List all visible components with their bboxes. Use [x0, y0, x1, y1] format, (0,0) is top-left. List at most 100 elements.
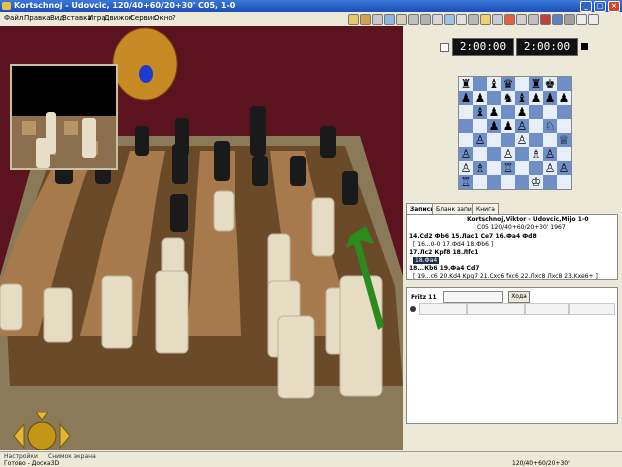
notation-line[interactable]: 17.Лс2 Крf8 18.Лfc1: [409, 249, 478, 256]
menu-help[interactable]: ?: [172, 14, 176, 22]
mini-board-square[interactable]: [473, 119, 487, 133]
print-icon[interactable]: [468, 14, 479, 25]
mini-board-square[interactable]: [501, 133, 515, 147]
mini-board-square[interactable]: [529, 105, 543, 119]
mini-board-piece[interactable]: ♟: [459, 91, 473, 105]
mini-board-piece[interactable]: ♟: [501, 119, 515, 133]
flag-icon[interactable]: [504, 14, 515, 25]
mini-board-square[interactable]: [557, 175, 571, 189]
settings-icon[interactable]: [360, 14, 371, 25]
mini-board-square[interactable]: [487, 147, 501, 161]
mini-board-piece[interactable]: ♝: [515, 91, 529, 105]
mini-board-square[interactable]: [515, 175, 529, 189]
mini-board-square[interactable]: [487, 91, 501, 105]
mail-icon[interactable]: [480, 14, 491, 25]
mini-board-piece[interactable]: ♟: [487, 105, 501, 119]
mini-board-piece[interactable]: ♛: [501, 77, 515, 91]
mini-board-piece[interactable]: ♙: [459, 147, 473, 161]
engine-icon[interactable]: [372, 14, 383, 25]
mini-board-square[interactable]: [487, 161, 501, 175]
mini-board-square[interactable]: [501, 105, 515, 119]
mini-board-square[interactable]: [473, 77, 487, 91]
menu-tools[interactable]: Сервис: [130, 14, 156, 22]
mini-board-piece[interactable]: ♖: [459, 175, 473, 189]
engine-moves-button[interactable]: Хода: [508, 291, 530, 303]
mini-board-piece[interactable]: ♞: [501, 91, 515, 105]
mini-board-piece[interactable]: ♙: [473, 133, 487, 147]
mini-board-piece[interactable]: ♗: [529, 147, 543, 161]
notation-line[interactable]: [ 16...0-0 17.Фd4 18.Фb6 ]: [413, 241, 493, 248]
clock-checkbox[interactable]: [440, 43, 449, 52]
plus-icon[interactable]: [588, 14, 599, 25]
mini-board-piece[interactable]: ♟: [557, 91, 571, 105]
mini-board-piece[interactable]: ♙: [501, 147, 515, 161]
engine-search-field[interactable]: [443, 291, 503, 303]
mini-board-square[interactable]: [557, 105, 571, 119]
mini-board-piece[interactable]: ♟: [487, 119, 501, 133]
mini-board-piece[interactable]: ♜: [459, 77, 473, 91]
mini-chessboard[interactable]: ♜ ♝ ♛ ♜ ♚ ♟ ♟ ♞ ♝ ♟ ♟ ♟ ♝ ♟ ♟ ♟ ♟ ♙ ♘ ♙ ♙ ♕ ♙ ♙ ♗ ♙ ♙ ♗ ♖ ♙ ♙ ♖ ♔: [458, 76, 572, 190]
mini-board-piece[interactable]: ♟: [473, 91, 487, 105]
save-icon[interactable]: [492, 14, 503, 25]
minimize-button[interactable]: _: [580, 1, 592, 12]
book-icon[interactable]: [384, 14, 395, 25]
current-move[interactable]: 18.Фа4: [413, 257, 440, 264]
minus-icon[interactable]: [576, 14, 587, 25]
camera-navigation-control[interactable]: [4, 411, 80, 450]
record-icon[interactable]: [540, 14, 551, 25]
mini-board-piece[interactable]: ♚: [543, 77, 557, 91]
notation-line[interactable]: [ 19...c6 20.Kd4 Kpg7 21.Cxc6 fxc6 22.Лx…: [413, 273, 598, 279]
explorer-icon[interactable]: [396, 14, 407, 25]
mini-board-piece[interactable]: ♔: [529, 175, 543, 189]
mini-board-piece[interactable]: ♜: [529, 77, 543, 91]
mini-board-square[interactable]: [515, 77, 529, 91]
layout-icon[interactable]: [552, 14, 563, 25]
mini-board-piece[interactable]: ♙: [543, 161, 557, 175]
nav-widget[interactable]: [4, 411, 80, 450]
mini-board-piece[interactable]: ♖: [501, 161, 515, 175]
mini-board-piece[interactable]: ♘: [543, 119, 557, 133]
board-3d-view[interactable]: [0, 26, 403, 450]
mini-board-square[interactable]: [543, 175, 557, 189]
info-icon[interactable]: [444, 14, 455, 25]
mini-board-piece[interactable]: ♙: [515, 119, 529, 133]
mini-board-square[interactable]: [557, 77, 571, 91]
tools-icon[interactable]: [408, 14, 419, 25]
arrow-icon[interactable]: [432, 14, 443, 25]
mini-board-square[interactable]: [557, 119, 571, 133]
mini-board-square[interactable]: [459, 105, 473, 119]
notation-line[interactable]: 18...Кb6 19.Фа4 Cd7: [409, 265, 479, 272]
menu-engine[interactable]: Движок: [104, 14, 133, 22]
mini-board-square[interactable]: [529, 161, 543, 175]
menu-file[interactable]: Файл: [4, 14, 23, 22]
help-icon[interactable]: [348, 14, 359, 25]
mini-board-square[interactable]: [459, 119, 473, 133]
mini-board-square[interactable]: [459, 133, 473, 147]
mini-board-piece[interactable]: ♙: [459, 161, 473, 175]
view-icon[interactable]: [564, 14, 575, 25]
mini-board-piece[interactable]: ♙: [515, 133, 529, 147]
mini-board-piece[interactable]: ♝: [473, 105, 487, 119]
mini-board-square[interactable]: [487, 133, 501, 147]
mini-board-piece[interactable]: ♟: [515, 105, 529, 119]
mini-board-square[interactable]: [473, 147, 487, 161]
mini-board-square[interactable]: [557, 147, 571, 161]
mini-board-piece[interactable]: ♟: [529, 91, 543, 105]
maximize-button[interactable]: □: [594, 1, 606, 12]
settings-button[interactable]: Настройки: [4, 453, 38, 460]
screenshot-button[interactable]: Снимок экрана: [48, 453, 96, 460]
menu-game[interactable]: Игра: [88, 14, 106, 22]
mini-board-piece[interactable]: ♕: [557, 133, 571, 147]
mini-board-piece[interactable]: ♙: [543, 147, 557, 161]
mini-board-square[interactable]: [515, 161, 529, 175]
mini-board-square[interactable]: [543, 133, 557, 147]
mini-board-square[interactable]: [529, 133, 543, 147]
mini-board-square[interactable]: [515, 147, 529, 161]
mini-board-square[interactable]: [529, 119, 543, 133]
pieces-icon[interactable]: [516, 14, 527, 25]
mini-board-piece[interactable]: ♟: [543, 91, 557, 105]
mini-board-square[interactable]: [543, 105, 557, 119]
start-icon[interactable]: [528, 14, 539, 25]
menu-window[interactable]: Окно: [154, 14, 173, 22]
mini-board-square[interactable]: [473, 175, 487, 189]
